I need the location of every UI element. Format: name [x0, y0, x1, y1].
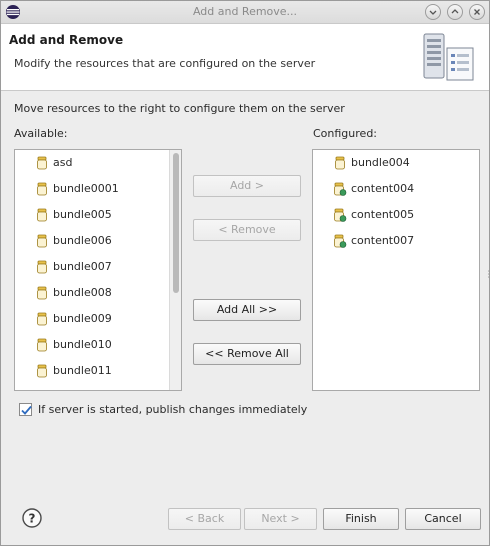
- bundle-icon: [35, 338, 49, 352]
- remove-all-button[interactable]: << Remove All: [193, 343, 301, 365]
- bundle-icon: [35, 364, 49, 378]
- help-icon[interactable]: ?: [22, 508, 42, 528]
- back-button[interactable]: < Back: [168, 508, 241, 530]
- maximize-icon: [451, 9, 459, 14]
- close-button[interactable]: [469, 4, 485, 20]
- content-bundle-icon: [333, 234, 347, 248]
- bundle-icon: [35, 182, 49, 196]
- minimize-button[interactable]: [425, 4, 441, 20]
- content-bundle-icon: [333, 208, 347, 222]
- list-item-label: bundle008: [53, 286, 112, 299]
- title-bar[interactable]: Add and Remove...: [1, 1, 489, 24]
- bundle-icon: [333, 156, 347, 170]
- available-label: Available:: [14, 127, 68, 140]
- list-item-label: bundle011: [53, 364, 112, 377]
- svg-text:?: ?: [29, 512, 36, 526]
- add-all-button[interactable]: Add All >>: [193, 299, 301, 321]
- configured-label: Configured:: [313, 127, 378, 140]
- bundle-icon: [35, 286, 49, 300]
- publish-checkbox[interactable]: [19, 403, 32, 416]
- sash-handle[interactable]: [488, 269, 490, 279]
- publish-checkbox-label: If server is started, publish changes im…: [38, 403, 308, 416]
- list-item-label: content007: [351, 234, 415, 247]
- page-description: Modify the resources that are configured…: [14, 57, 316, 70]
- available-list[interactable]: asd bundle0001 bundle005 bundle006 bundl…: [14, 149, 182, 391]
- list-item-label: bundle010: [53, 338, 112, 351]
- content-bundle-icon: [333, 182, 347, 196]
- list-item-label: asd: [53, 156, 73, 169]
- remove-button[interactable]: < Remove: [193, 219, 301, 241]
- close-icon: [474, 9, 480, 15]
- wizard-header: Add and Remove Modify the resources that…: [1, 24, 489, 91]
- list-item-label: bundle007: [53, 260, 112, 273]
- list-item-label: bundle005: [53, 208, 112, 221]
- list-item-label: bundle009: [53, 312, 112, 325]
- bundle-icon: [35, 312, 49, 326]
- bundle-icon: [35, 260, 49, 274]
- maximize-button[interactable]: [447, 4, 463, 20]
- list-item-label: content005: [351, 208, 415, 221]
- list-item-label: content004: [351, 182, 415, 195]
- add-button[interactable]: Add >: [193, 175, 301, 197]
- configured-list[interactable]: bundle004 content004 content005 content0…: [312, 149, 480, 391]
- add-remove-dialog: Add and Remove... Add and Remove Modify …: [0, 0, 490, 546]
- list-item-label: bundle0001: [53, 182, 119, 195]
- list-item-label: bundle004: [351, 156, 410, 169]
- page-title: Add and Remove: [9, 33, 124, 47]
- window-title: Add and Remove...: [192, 5, 298, 18]
- bundle-icon: [35, 208, 49, 222]
- available-scrollbar[interactable]: [169, 150, 181, 390]
- list-item-label: bundle006: [53, 234, 112, 247]
- next-button[interactable]: Next >: [244, 508, 317, 530]
- instruction-text: Move resources to the right to configure…: [14, 102, 345, 115]
- server-wizard-icon: [421, 32, 477, 87]
- finish-button[interactable]: Finish: [323, 508, 399, 530]
- bundle-icon: [35, 234, 49, 248]
- checkmark-icon: [21, 405, 32, 415]
- bundle-icon: [35, 156, 49, 170]
- scrollbar-thumb[interactable]: [173, 153, 179, 293]
- minimize-icon: [429, 10, 437, 15]
- cancel-button[interactable]: Cancel: [405, 508, 481, 530]
